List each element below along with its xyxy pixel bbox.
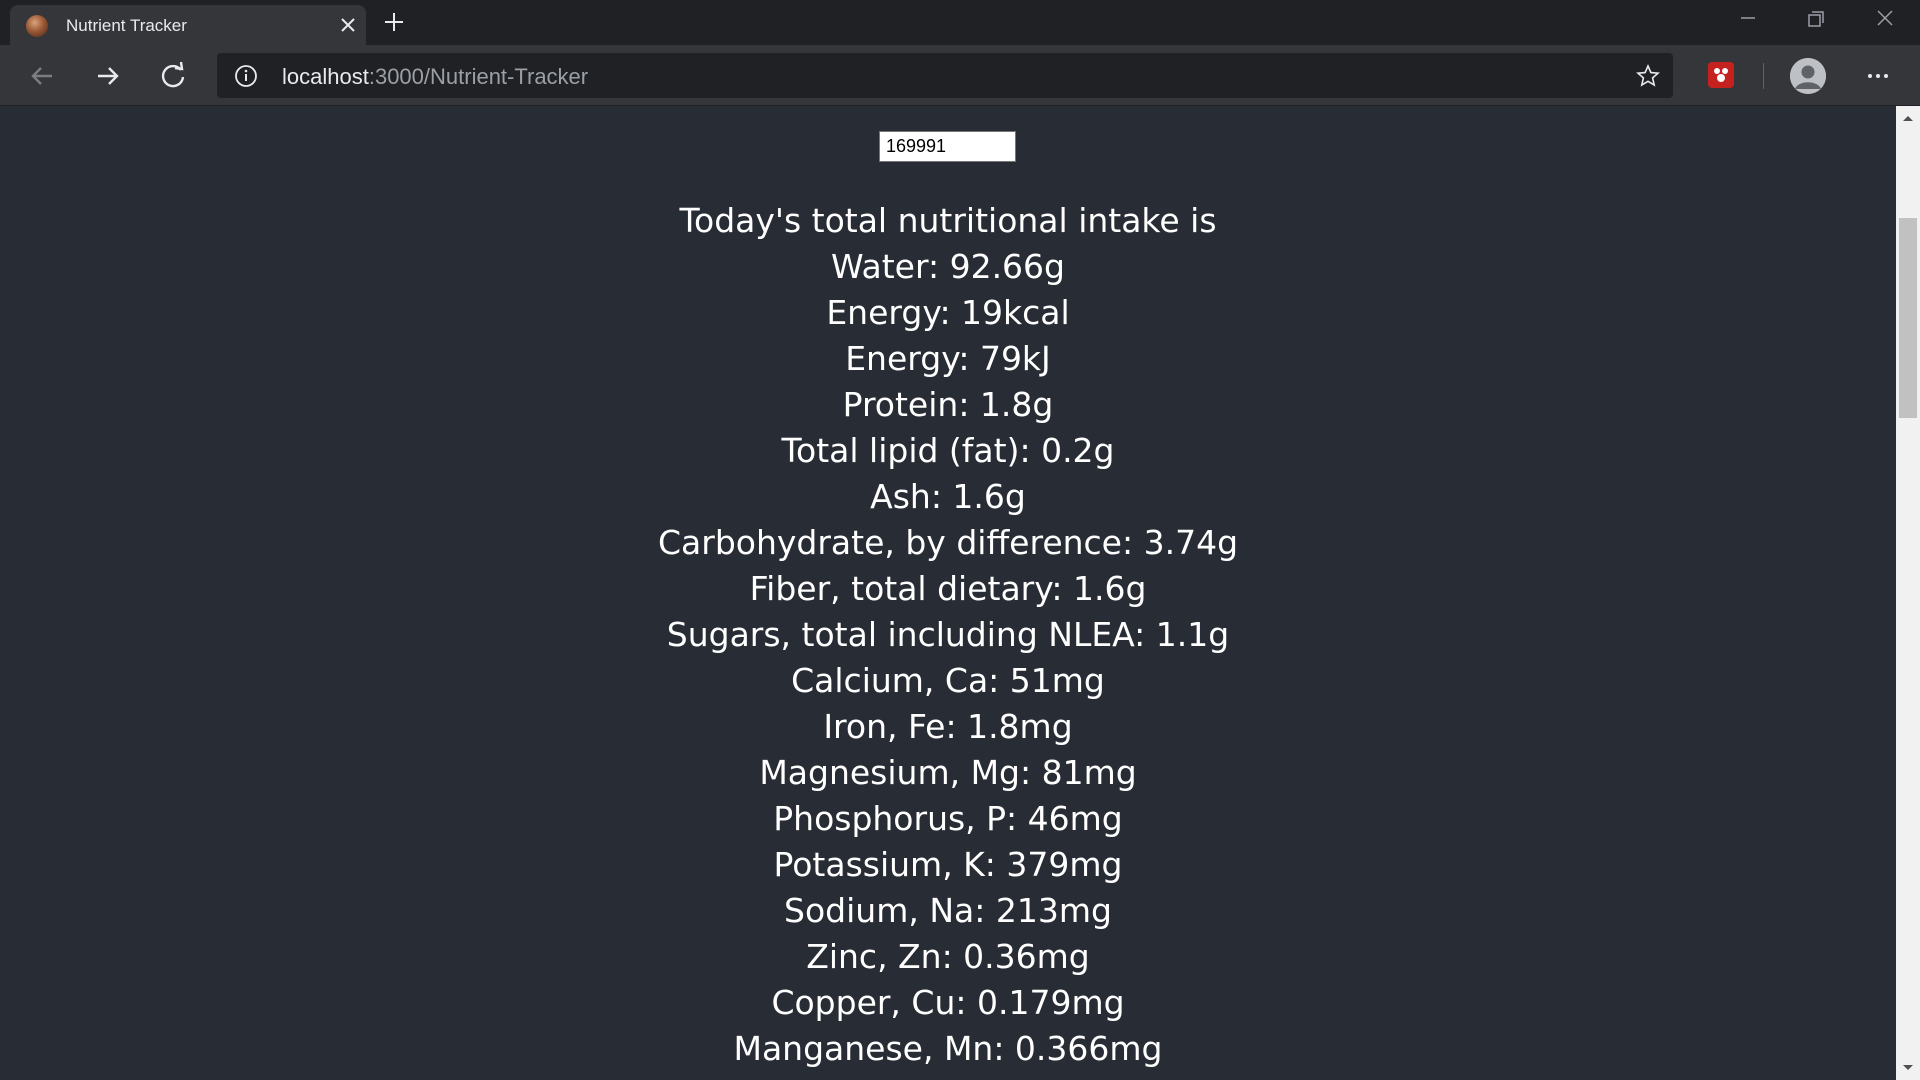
- nutrient-line: Energy: 79kJ: [845, 339, 1051, 378]
- nutrient-line: Copper, Cu: 0.179mg: [771, 983, 1125, 1022]
- nutrient-line: Manganese, Mn: 0.366mg: [733, 1029, 1163, 1068]
- address-bar[interactable]: localhost:3000/Nutrient-Tracker: [217, 53, 1673, 98]
- nutrient-line: Carbohydrate, by difference: 3.74g: [657, 523, 1239, 562]
- nutrient-line: Total lipid (fat): 0.2g: [781, 431, 1115, 470]
- forward-arrow-icon[interactable]: [92, 60, 124, 92]
- nutrition-summary: Today's total nutritional intake is Wate…: [0, 198, 1896, 1072]
- nutrient-line: Energy: 19kcal: [826, 293, 1070, 332]
- bookmark-star-icon[interactable]: [1635, 63, 1661, 89]
- nutrient-line: Phosphorus, P: 46mg: [773, 799, 1123, 838]
- scrollbar-thumb[interactable]: [1899, 218, 1917, 418]
- page-viewport: Today's total nutritional intake is Wate…: [0, 106, 1896, 1080]
- scroll-up-arrow-icon[interactable]: [1896, 106, 1920, 130]
- tab-title: Nutrient Tracker: [66, 16, 187, 35]
- profile-avatar-icon[interactable]: [1790, 58, 1826, 94]
- nutrient-line: Calcium, Ca: 51mg: [791, 661, 1105, 700]
- scroll-down-arrow-icon[interactable]: [1896, 1056, 1920, 1080]
- browser-titlebar: Nutrient Tracker: [0, 0, 1920, 45]
- toolbar-divider: [1763, 63, 1764, 89]
- nutrient-line: Sugars, total including NLEA: 1.1g: [666, 615, 1230, 654]
- nutrient-line: Ash: 1.6g: [870, 477, 1026, 516]
- nutrient-line: Protein: 1.8g: [842, 385, 1054, 424]
- extension-icon[interactable]: [1708, 62, 1734, 88]
- url-host: localhost: [282, 64, 369, 89]
- restore-icon[interactable]: [1796, 6, 1836, 36]
- close-tab-icon[interactable]: [336, 13, 360, 37]
- reload-icon[interactable]: [157, 60, 189, 92]
- summary-heading: Today's total nutritional intake is: [679, 201, 1217, 240]
- new-tab-icon[interactable]: [381, 9, 407, 35]
- more-menu-icon[interactable]: [1862, 60, 1894, 92]
- browser-toolbar: localhost:3000/Nutrient-Tracker: [0, 45, 1920, 106]
- nutrient-line: Sodium, Na: 213mg: [784, 891, 1112, 930]
- close-window-icon[interactable]: [1865, 6, 1905, 36]
- nutrient-line: Iron, Fe: 1.8mg: [823, 707, 1073, 746]
- nutrient-line: Fiber, total dietary: 1.6g: [749, 569, 1147, 608]
- minimize-icon[interactable]: [1728, 6, 1768, 36]
- food-favicon-icon: [26, 15, 48, 37]
- nutrient-line: Potassium, K: 379mg: [773, 845, 1123, 884]
- site-info-icon[interactable]: [234, 64, 258, 88]
- back-arrow-icon[interactable]: [26, 60, 58, 92]
- food-id-input[interactable]: [879, 131, 1016, 162]
- url-text[interactable]: localhost:3000/Nutrient-Tracker: [282, 64, 588, 90]
- nutrient-line: Magnesium, Mg: 81mg: [759, 753, 1137, 792]
- page-scrollbar[interactable]: [1896, 106, 1920, 1080]
- nutrient-line: Zinc, Zn: 0.36mg: [806, 937, 1090, 976]
- browser-tab[interactable]: Nutrient Tracker: [10, 5, 366, 45]
- url-path: :3000/Nutrient-Tracker: [368, 64, 589, 89]
- nutrient-line: Water: 92.66g: [831, 247, 1065, 286]
